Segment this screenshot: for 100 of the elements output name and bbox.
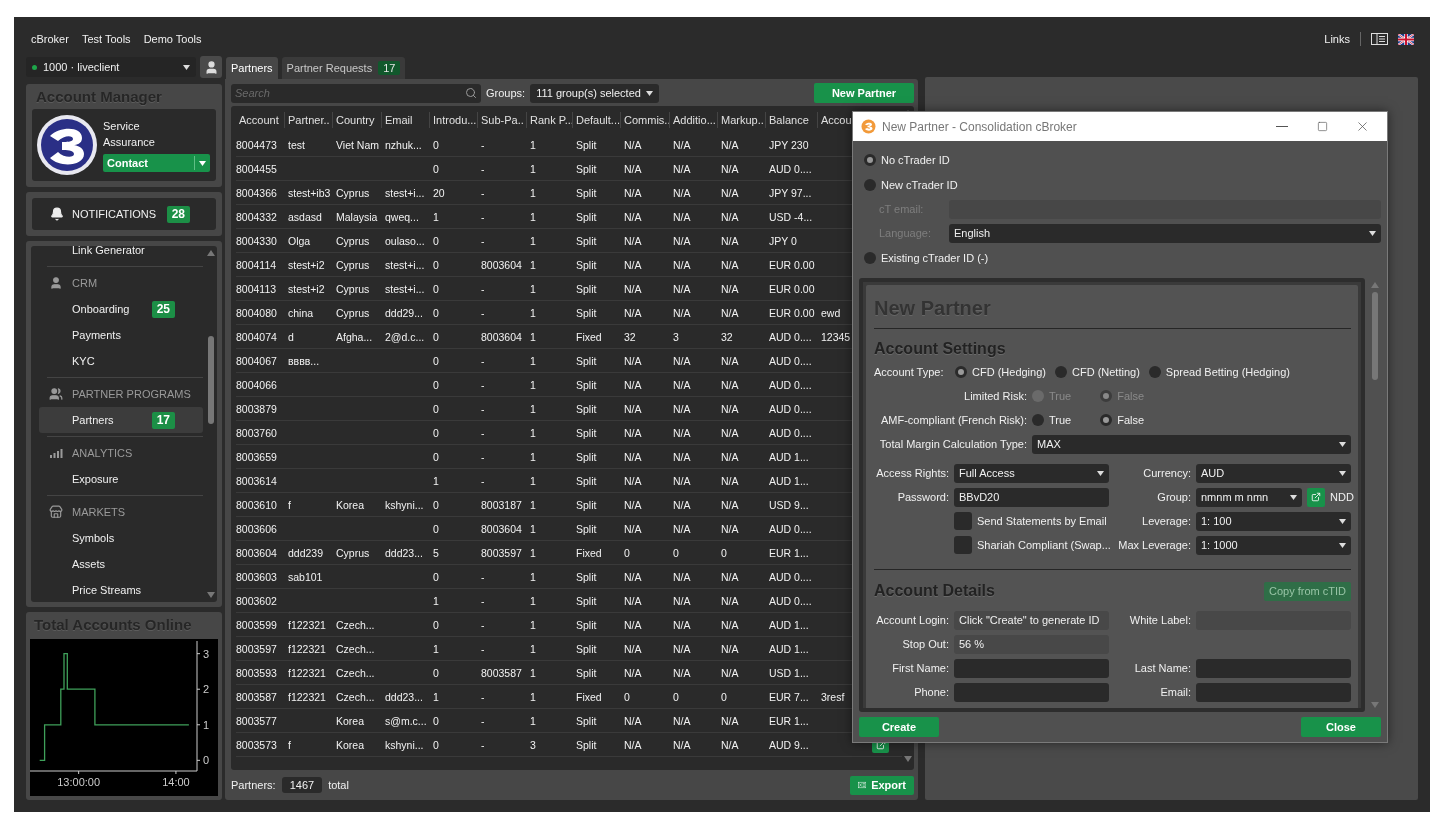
table-cell: 8003604 <box>236 546 277 559</box>
radio-label: True <box>1049 414 1072 427</box>
groups-dropdown[interactable]: 111 group(s) selected <box>530 83 660 103</box>
dropdown[interactable]: MAX <box>1032 434 1351 454</box>
account-dropdown[interactable]: 1000 · liveclient <box>26 57 196 77</box>
table-cell: 0 <box>433 618 439 631</box>
flag-icon[interactable] <box>1398 33 1414 45</box>
column-header[interactable]: Default... <box>572 111 620 128</box>
table-cell: 1 <box>530 666 536 679</box>
table-cell: test <box>288 138 305 151</box>
input-field[interactable]: 56 % <box>954 634 1109 654</box>
table-cell: Cyprus <box>336 234 370 247</box>
radio-button[interactable] <box>955 366 967 379</box>
input-field[interactable] <box>954 682 1109 702</box>
export-button[interactable]: Export <box>850 775 914 795</box>
nav-item[interactable]: Price Streams <box>39 577 203 602</box>
menu-item[interactable]: cBroker <box>31 33 69 45</box>
user-button[interactable] <box>200 56 222 78</box>
column-header[interactable]: Balance <box>765 111 817 128</box>
table-cell: 8003614 <box>236 474 277 487</box>
close-dialog-button[interactable]: Close <box>1301 717 1381 738</box>
table-cell: 8003604 <box>481 258 522 271</box>
nav-item[interactable]: Symbols <box>39 525 203 551</box>
table-cell: 0 <box>624 546 630 559</box>
table-cell: 0 <box>433 666 439 679</box>
table-cell: - <box>481 186 485 199</box>
column-header[interactable]: Country <box>332 111 381 128</box>
table-cell: 1 <box>530 618 536 631</box>
table-cell: 0 <box>433 738 439 751</box>
contact-button[interactable]: Contact <box>103 154 210 172</box>
table-cell: kshyni... <box>385 498 424 511</box>
table-cell: Split <box>576 378 597 391</box>
minimize-icon <box>1276 126 1288 127</box>
nav-item[interactable]: Exposure <box>39 466 203 492</box>
section-header: PARTNER PROGRAMS <box>72 388 191 400</box>
field-label: Account Type: <box>874 366 945 379</box>
table-cell: N/A <box>673 522 691 535</box>
checkbox[interactable] <box>954 536 972 555</box>
table-cell: N/A <box>721 138 739 151</box>
radio-button[interactable] <box>1054 366 1067 379</box>
column-header[interactable]: Additio... <box>669 111 717 128</box>
nav-item[interactable]: Payments <box>39 322 203 348</box>
nav-item[interactable]: Partners 17 <box>39 407 203 433</box>
table-cell: 0 <box>433 570 439 583</box>
table-cell: 1 <box>530 330 536 343</box>
table-cell: N/A <box>721 642 739 655</box>
table-cell: N/A <box>624 138 642 151</box>
input-field[interactable] <box>1196 658 1351 678</box>
radio-button[interactable] <box>864 251 876 264</box>
table-cell: Split <box>576 426 597 439</box>
input-field[interactable]: Click "Create" to generate ID <box>954 610 1109 630</box>
nav-item[interactable]: Link Generator <box>39 246 203 263</box>
open-link-button[interactable] <box>1307 487 1325 507</box>
column-header[interactable]: Markup.. <box>717 111 765 128</box>
panel-layout-icon[interactable] <box>1371 33 1388 45</box>
caret-icon <box>1369 230 1376 236</box>
dropdown[interactable]: AUD <box>1196 463 1351 483</box>
new-partner-button[interactable]: New Partner <box>814 83 914 103</box>
table-cell: - <box>481 594 485 607</box>
count-badge: 17 <box>378 61 401 75</box>
links-link[interactable]: Links <box>1324 33 1350 45</box>
column-header[interactable]: Introdu... <box>429 111 477 128</box>
table-cell: 0 <box>433 306 439 319</box>
nav-item[interactable]: Assets <box>39 551 203 577</box>
table-cell: Split <box>576 498 597 511</box>
tab[interactable]: Partners <box>226 57 278 79</box>
radio-button[interactable] <box>1148 366 1161 379</box>
column-header[interactable]: Email <box>381 111 429 128</box>
checkbox[interactable] <box>954 512 972 531</box>
nav-item[interactable]: Onboarding 25 <box>39 296 203 322</box>
notifications-button[interactable]: NOTIFICATIONS 28 <box>32 198 216 230</box>
column-header[interactable]: Sub-Pa.. <box>477 111 526 128</box>
dropdown[interactable]: 1: 1000 <box>1196 535 1351 555</box>
create-button[interactable]: Create <box>859 717 939 738</box>
input-field[interactable]: BBvD20 <box>954 487 1109 507</box>
menu-item[interactable]: Demo Tools <box>143 33 202 45</box>
dropdown[interactable]: nmnm m nmn <box>1196 487 1302 507</box>
search-field[interactable]: Search <box>231 83 481 103</box>
column-header[interactable]: Commis.. <box>620 111 669 128</box>
nav-item[interactable]: KYC <box>39 348 203 374</box>
menu-item[interactable]: Test Tools <box>81 33 131 45</box>
column-header[interactable]: Rank P... <box>526 111 572 128</box>
spreadsheet-icon <box>858 779 867 791</box>
partners-label: Partners: <box>231 779 276 791</box>
table-cell: stest+ib3 <box>288 186 331 199</box>
table-cell: N/A <box>624 618 642 631</box>
table-cell: 1 <box>433 594 439 607</box>
radio-button[interactable] <box>1032 414 1044 427</box>
column-header[interactable]: Account <box>236 111 284 128</box>
column-header[interactable]: Partner.. <box>284 111 332 128</box>
table-cell: 0 <box>673 546 679 559</box>
dropdown[interactable]: 1: 100 <box>1196 511 1351 531</box>
table-cell: Afgha... <box>336 330 373 343</box>
dropdown[interactable]: Full Access <box>954 463 1109 483</box>
radio-button[interactable] <box>1100 414 1113 427</box>
radio-button[interactable] <box>864 178 876 191</box>
radio-button[interactable] <box>864 154 876 167</box>
tab[interactable]: Partner Requests 17 <box>281 57 406 79</box>
input-field[interactable] <box>954 658 1109 678</box>
input-field[interactable] <box>1196 682 1351 702</box>
